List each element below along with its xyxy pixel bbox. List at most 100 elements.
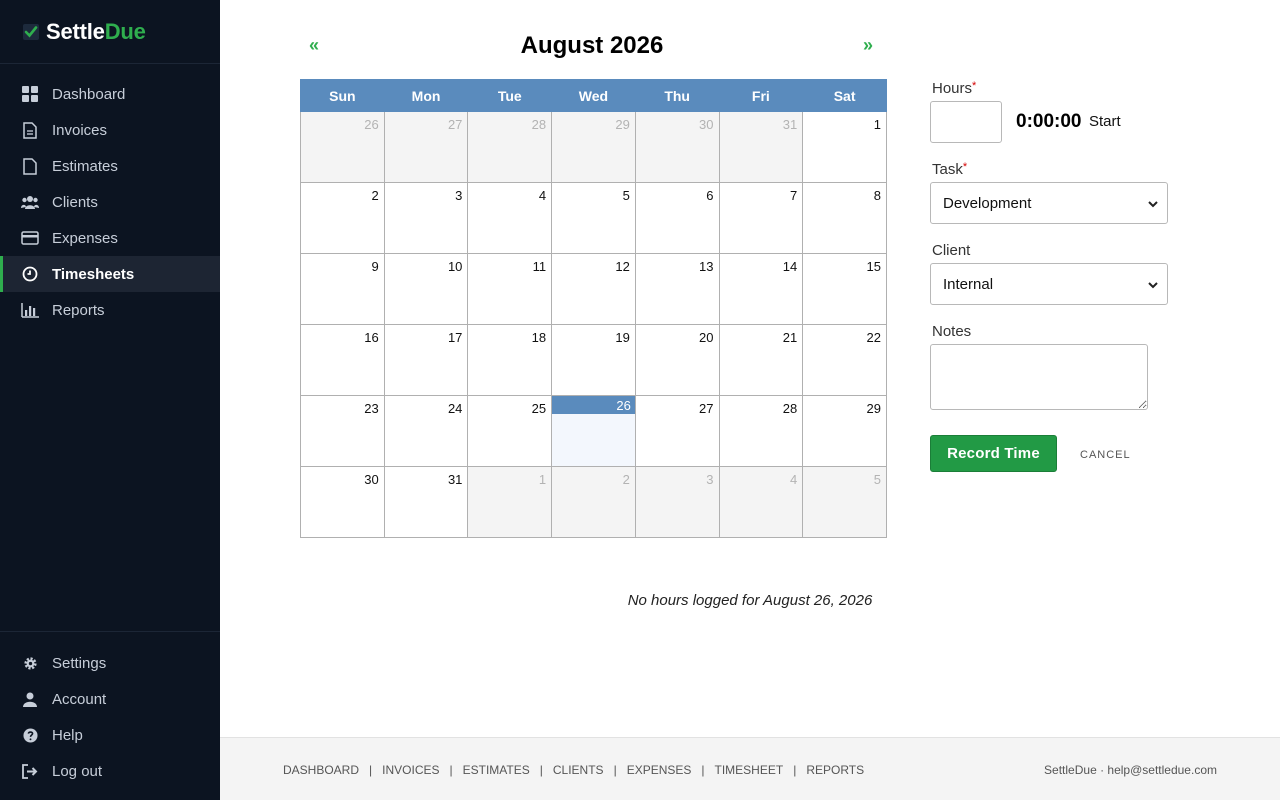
calendar-day-cell[interactable]: 15	[802, 253, 887, 325]
required-marker: *	[972, 80, 977, 92]
day-number: 16	[364, 330, 379, 345]
calendar-day-cell[interactable]: 27	[383, 111, 469, 183]
calendar-day-cell[interactable]: 7	[718, 182, 804, 254]
calendar-day-cell[interactable]: 3	[634, 466, 720, 538]
calendar-day-cell[interactable]: 13	[634, 253, 720, 325]
calendar-day-cell[interactable]: 29	[802, 395, 887, 467]
gear-icon	[21, 654, 39, 672]
client-select[interactable]: Internal	[930, 263, 1168, 305]
sidebar-item-label: Account	[52, 690, 107, 708]
sidebar-item-label: Timesheets	[52, 265, 135, 283]
calendar-day-cell[interactable]: 12	[551, 253, 636, 325]
weekday-header: Sun	[300, 79, 385, 112]
day-number: 4	[789, 472, 798, 487]
notes-textarea[interactable]	[930, 344, 1148, 410]
cancel-button[interactable]: CANCEL	[1080, 449, 1131, 461]
day-number: 18	[531, 330, 547, 345]
sidebar-item-timesheets[interactable]: Timesheets	[0, 256, 220, 292]
sidebar-item-reports[interactable]: Reports	[0, 292, 220, 328]
calendar-day-cell[interactable]: 31	[718, 111, 804, 183]
calendar-day-cell[interactable]: 8	[802, 182, 887, 254]
day-number: 30	[364, 472, 379, 487]
sidebar-item-settings[interactable]: Settings	[0, 645, 220, 681]
footer-separator: |	[793, 763, 797, 777]
calendar-day-cell[interactable]: 22	[802, 324, 887, 396]
calendar-day-cell[interactable]: 3	[383, 182, 469, 254]
calendar-day-cell[interactable]: 28	[718, 395, 804, 467]
footer-link-reports[interactable]: REPORTS	[806, 763, 864, 777]
no-hours-message: No hours logged for August 26, 2026	[627, 592, 873, 609]
day-number: 5	[622, 188, 630, 203]
calendar-week-row: 30 31 1 2 3 4 5	[300, 466, 887, 538]
footer-link-dashboard[interactable]: DASHBOARD	[283, 763, 359, 777]
day-number: 19	[615, 330, 630, 345]
calendar-day-cell[interactable]: 27	[634, 395, 720, 467]
calendar-day-cell[interactable]: 31	[383, 466, 469, 538]
calendar-day-cell[interactable]: 4	[718, 466, 804, 538]
calendar-week-row: 26 27 28 29 30 31 1	[300, 111, 887, 183]
day-number: 24	[447, 401, 463, 416]
sidebar-item-clients[interactable]: Clients	[0, 184, 220, 220]
footer-link-invoices[interactable]: INVOICES	[382, 763, 439, 777]
calendar-week-row: 9 10 11 12 13 14 15	[300, 253, 887, 325]
footer-link-timesheet[interactable]: TIMESHEET	[715, 763, 784, 777]
sidebar-item-label: Log out	[52, 762, 103, 780]
day-number: 4	[538, 188, 547, 203]
brand-name-part-2: Due	[104, 18, 146, 44]
calendar-day-cell[interactable]: 11	[467, 253, 553, 325]
calendar-day-cell[interactable]: 2	[551, 466, 636, 538]
calendar-day-cell[interactable]: 19	[551, 324, 636, 396]
calendar-day-cell[interactable]: 18	[467, 324, 553, 396]
prev-month-button[interactable]: «	[309, 35, 319, 56]
brand-name-part-1: Settle	[46, 18, 105, 44]
calendar-day-cell[interactable]: 9	[300, 253, 385, 325]
calendar-day-cell[interactable]: 30	[300, 466, 385, 538]
calendar-day-cell[interactable]: 1	[467, 466, 553, 538]
sidebar-item-logout[interactable]: Log out	[0, 753, 220, 789]
calendar-day-cell[interactable]: 24	[383, 395, 469, 467]
sidebar-item-expenses[interactable]: Expenses	[0, 220, 220, 256]
calendar-day-cell[interactable]: 5	[551, 182, 636, 254]
calendar-day-cell[interactable]: 28	[467, 111, 553, 183]
sidebar-item-account[interactable]: Account	[0, 681, 220, 717]
sidebar-item-dashboard[interactable]: Dashboard	[0, 76, 220, 112]
calendar-day-cell[interactable]: 30	[634, 111, 720, 183]
calendar-day-cell[interactable]: 14	[718, 253, 804, 325]
day-number: 20	[699, 330, 714, 345]
calendar-day-cell[interactable]: 26	[300, 111, 385, 183]
calendar-day-cell[interactable]: 1	[802, 111, 887, 183]
notes-label: Notes	[932, 323, 972, 340]
hours-input[interactable]	[930, 101, 1002, 143]
weekday-header: Fri	[718, 79, 804, 112]
calendar-day-cell[interactable]: 16	[300, 324, 385, 396]
footer-link-estimates[interactable]: ESTIMATES	[463, 763, 530, 777]
calendar-day-cell[interactable]: 10	[383, 253, 469, 325]
footer-link-clients[interactable]: CLIENTS	[553, 763, 604, 777]
calendar-day-cell[interactable]: 21	[718, 324, 804, 396]
day-number: 9	[371, 259, 379, 274]
calendar-day-cell[interactable]: 4	[467, 182, 553, 254]
calendar-day-cell[interactable]: 5	[802, 466, 887, 538]
day-number: 31	[782, 117, 798, 132]
footer-separator: |	[449, 763, 453, 777]
calendar-day-cell-selected[interactable]: 26	[551, 395, 636, 467]
next-month-button[interactable]: »	[863, 35, 873, 56]
day-number: 2	[371, 188, 379, 203]
calendar-day-cell[interactable]: 25	[467, 395, 553, 467]
footer-link-expenses[interactable]: EXPENSES	[627, 763, 692, 777]
start-timer-button[interactable]: Start	[1089, 113, 1121, 130]
brand-logo[interactable]: SettleDue	[0, 0, 220, 64]
sidebar-item-invoices[interactable]: Invoices	[0, 112, 220, 148]
calendar-day-cell[interactable]: 20	[634, 324, 720, 396]
sidebar-item-estimates[interactable]: Estimates	[0, 148, 220, 184]
calendar-day-cell[interactable]: 23	[300, 395, 385, 467]
calendar-day-cell[interactable]: 29	[551, 111, 636, 183]
record-time-button[interactable]: Record Time	[930, 435, 1057, 472]
day-number: 31	[447, 472, 463, 487]
task-select[interactable]: Development	[930, 182, 1168, 224]
calendar-day-cell[interactable]: 17	[383, 324, 469, 396]
calendar-day-cell[interactable]: 6	[634, 182, 720, 254]
calendar-day-cell[interactable]: 2	[300, 182, 385, 254]
day-number: 8	[873, 188, 881, 203]
sidebar-item-help[interactable]: Help	[0, 717, 220, 753]
